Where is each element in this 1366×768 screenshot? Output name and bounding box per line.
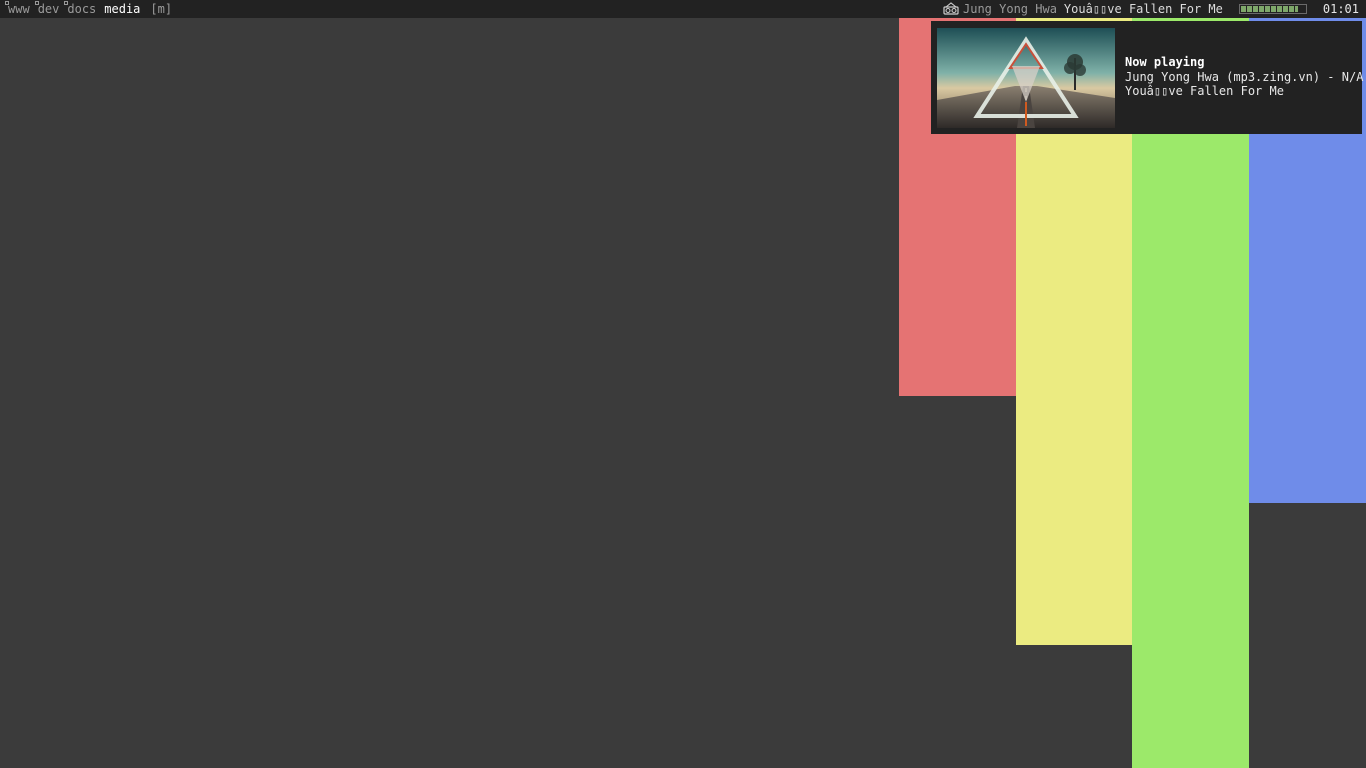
notification-heading: Now playing	[1125, 55, 1205, 69]
now-playing-title[interactable]: Youâ▯▯ve Fallen For Me	[1064, 0, 1223, 18]
status-right: Jung Yong Hwa Youâ▯▯ve Fallen For Me 01:…	[943, 0, 1359, 18]
notification-line-title: Youâ▯▯ve Fallen For Me	[1125, 84, 1284, 98]
volume-fill	[1240, 6, 1299, 12]
tag-list: www dev docs media [m]	[4, 0, 178, 18]
tag-dev[interactable]: dev	[34, 0, 64, 18]
clock[interactable]: 01:01	[1323, 0, 1359, 18]
now-playing-artist[interactable]: Jung Yong Hwa	[963, 0, 1057, 18]
music-player-icon[interactable]	[943, 2, 959, 16]
album-art-image	[937, 28, 1115, 128]
volume-bar[interactable]	[1238, 4, 1307, 14]
tag-docs[interactable]: docs	[63, 0, 100, 18]
desktop: www dev docs media [m] Jung Yong Hwa You…	[0, 0, 1366, 768]
tag-www[interactable]: www	[4, 0, 34, 18]
tag-media[interactable]: media	[100, 0, 144, 18]
now-playing-notification[interactable]: Now playing Jung Yong Hwa (mp3.zing.vn) …	[931, 21, 1363, 134]
notification-text: Now playing Jung Yong Hwa (mp3.zing.vn) …	[1125, 55, 1363, 99]
layout-indicator[interactable]: [m]	[144, 0, 178, 18]
status-bar: www dev docs media [m] Jung Yong Hwa You…	[0, 0, 1366, 18]
notification-line-artist: Jung Yong Hwa (mp3.zing.vn) - N/A	[1125, 69, 1364, 84]
